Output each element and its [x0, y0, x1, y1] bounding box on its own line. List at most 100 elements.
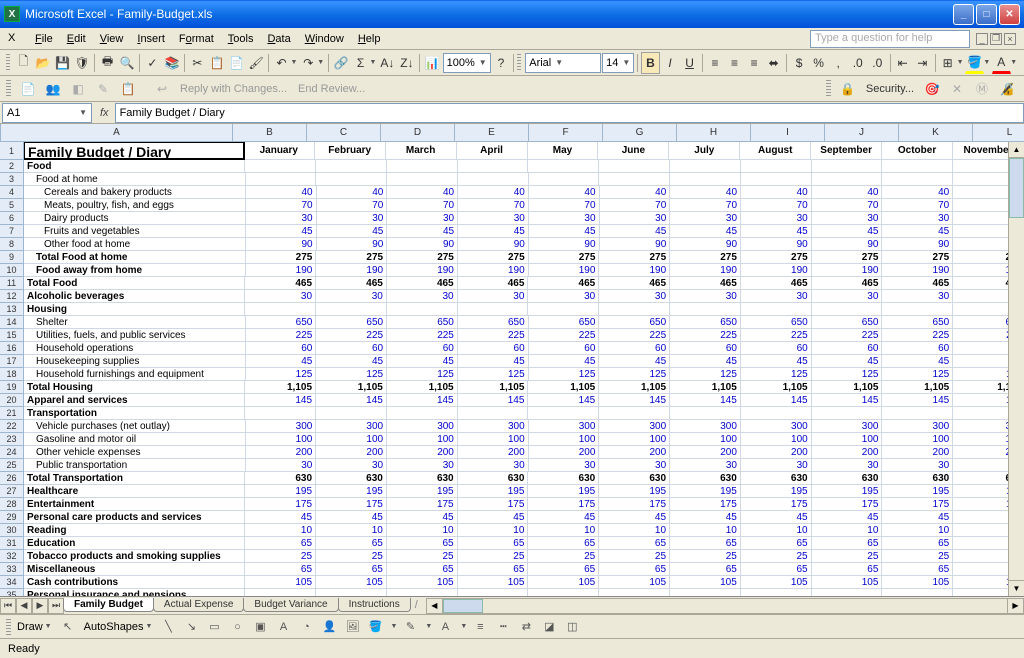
- cell-F21[interactable]: [528, 407, 599, 419]
- tab-nav-next[interactable]: ▶: [32, 598, 48, 614]
- cell-F2[interactable]: [528, 160, 599, 172]
- new-button[interactable]: 🗋: [14, 52, 33, 74]
- line-button[interactable]: ╲: [158, 617, 178, 637]
- cell-E22[interactable]: 300: [458, 420, 529, 432]
- cell-B34[interactable]: 105: [245, 576, 316, 588]
- cell-B6[interactable]: 30: [246, 212, 317, 224]
- decrease-indent-button[interactable]: ⇤: [893, 52, 912, 74]
- cell-G3[interactable]: [599, 173, 670, 185]
- cell-G14[interactable]: 650: [599, 316, 670, 328]
- cell-E30[interactable]: 10: [458, 524, 529, 536]
- cell-C9[interactable]: 275: [316, 251, 387, 263]
- col-header-I[interactable]: I: [751, 124, 825, 141]
- cell-J33[interactable]: 65: [812, 563, 883, 575]
- toolbar-grip-2[interactable]: [517, 54, 521, 72]
- cell-F24[interactable]: 200: [529, 446, 600, 458]
- font-size-combo[interactable]: 14▼: [602, 53, 634, 73]
- copy-button[interactable]: 📋: [208, 52, 227, 74]
- cell-J12[interactable]: 30: [812, 290, 883, 302]
- cell-H24[interactable]: 200: [670, 446, 741, 458]
- cell-G4[interactable]: 40: [600, 186, 671, 198]
- review-icon-2[interactable]: 👥: [42, 78, 64, 100]
- cell-H1[interactable]: July: [669, 142, 740, 159]
- borders-button[interactable]: ⊞: [938, 52, 957, 74]
- row-header-34[interactable]: 34: [0, 576, 24, 589]
- cell-F20[interactable]: 145: [528, 394, 599, 406]
- cell-I30[interactable]: 10: [741, 524, 812, 536]
- cell-F25[interactable]: 30: [529, 459, 600, 471]
- spelling-button[interactable]: ✓: [143, 52, 162, 74]
- row-header-9[interactable]: 9: [0, 251, 24, 264]
- cell-C5[interactable]: 70: [317, 199, 388, 211]
- col-header-H[interactable]: H: [677, 124, 751, 141]
- cell-A11[interactable]: Total Food: [24, 277, 245, 289]
- cell-H20[interactable]: 145: [670, 394, 741, 406]
- cell-I29[interactable]: 45: [741, 511, 812, 523]
- cell-G26[interactable]: 630: [599, 472, 670, 484]
- cell-K1[interactable]: October: [882, 142, 953, 159]
- cell-A27[interactable]: Healthcare: [24, 485, 245, 497]
- tab-nav-first[interactable]: ⏮: [0, 598, 16, 614]
- cell-C31[interactable]: 65: [316, 537, 387, 549]
- cell-F3[interactable]: [529, 173, 600, 185]
- cell-E31[interactable]: 65: [458, 537, 529, 549]
- cell-D29[interactable]: 45: [387, 511, 458, 523]
- align-right-button[interactable]: ≡: [745, 52, 764, 74]
- cell-B20[interactable]: 145: [245, 394, 316, 406]
- col-header-D[interactable]: D: [381, 124, 455, 141]
- cell-F33[interactable]: 65: [528, 563, 599, 575]
- cell-G9[interactable]: 275: [599, 251, 670, 263]
- autoshapes-menu[interactable]: AutoShapes▼: [81, 621, 156, 633]
- cell-B7[interactable]: 45: [246, 225, 317, 237]
- cell-I1[interactable]: August: [740, 142, 811, 159]
- research-button[interactable]: 📚: [163, 52, 182, 74]
- cell-J9[interactable]: 275: [812, 251, 883, 263]
- cell-I10[interactable]: 190: [741, 264, 812, 276]
- cell-D20[interactable]: 145: [387, 394, 458, 406]
- sec-icon-1[interactable]: 🎯: [921, 78, 943, 100]
- cell-J28[interactable]: 175: [812, 498, 883, 510]
- cell-A2[interactable]: Food: [24, 160, 245, 172]
- cell-E8[interactable]: 90: [458, 238, 529, 250]
- cell-K34[interactable]: 105: [882, 576, 953, 588]
- col-header-C[interactable]: C: [307, 124, 381, 141]
- cell-D5[interactable]: 70: [387, 199, 458, 211]
- cell-G13[interactable]: [599, 303, 670, 315]
- cell-C7[interactable]: 45: [317, 225, 388, 237]
- autosum-button[interactable]: Σ: [351, 52, 370, 74]
- row-header-30[interactable]: 30: [0, 524, 24, 537]
- cell-E1[interactable]: April: [457, 142, 528, 159]
- increase-indent-button[interactable]: ⇥: [913, 52, 932, 74]
- cell-D9[interactable]: 275: [387, 251, 458, 263]
- cell-J3[interactable]: [812, 173, 883, 185]
- cell-K18[interactable]: 125: [882, 368, 953, 380]
- cell-C15[interactable]: 225: [316, 329, 387, 341]
- cell-D1[interactable]: March: [386, 142, 457, 159]
- cell-D3[interactable]: [387, 173, 458, 185]
- row-header-32[interactable]: 32: [0, 550, 24, 563]
- cell-G21[interactable]: [599, 407, 670, 419]
- align-center-button[interactable]: ≡: [725, 52, 744, 74]
- cell-H11[interactable]: 465: [670, 277, 741, 289]
- cell-H13[interactable]: [670, 303, 741, 315]
- cell-G20[interactable]: 145: [599, 394, 670, 406]
- formula-input[interactable]: Family Budget / Diary: [115, 103, 1024, 123]
- cell-E26[interactable]: 630: [458, 472, 529, 484]
- sort-asc-button[interactable]: A↓: [378, 52, 397, 74]
- cell-F4[interactable]: 40: [529, 186, 600, 198]
- tab-nav-last[interactable]: ⏭: [48, 598, 64, 614]
- underline-button[interactable]: U: [680, 52, 699, 74]
- cell-K11[interactable]: 465: [882, 277, 953, 289]
- paste-button[interactable]: 📄: [227, 52, 246, 74]
- cell-H6[interactable]: 30: [670, 212, 741, 224]
- cell-I7[interactable]: 45: [741, 225, 812, 237]
- cell-F18[interactable]: 125: [529, 368, 600, 380]
- sheet-tab-instructions[interactable]: Instructions: [338, 598, 411, 612]
- print-button[interactable]: 🖶: [98, 52, 117, 74]
- col-header-G[interactable]: G: [603, 124, 677, 141]
- cell-B32[interactable]: 25: [245, 550, 316, 562]
- cell-B14[interactable]: 650: [246, 316, 317, 328]
- close-button[interactable]: ✕: [999, 4, 1020, 25]
- cell-K22[interactable]: 300: [882, 420, 953, 432]
- minimize-button[interactable]: _: [953, 4, 974, 25]
